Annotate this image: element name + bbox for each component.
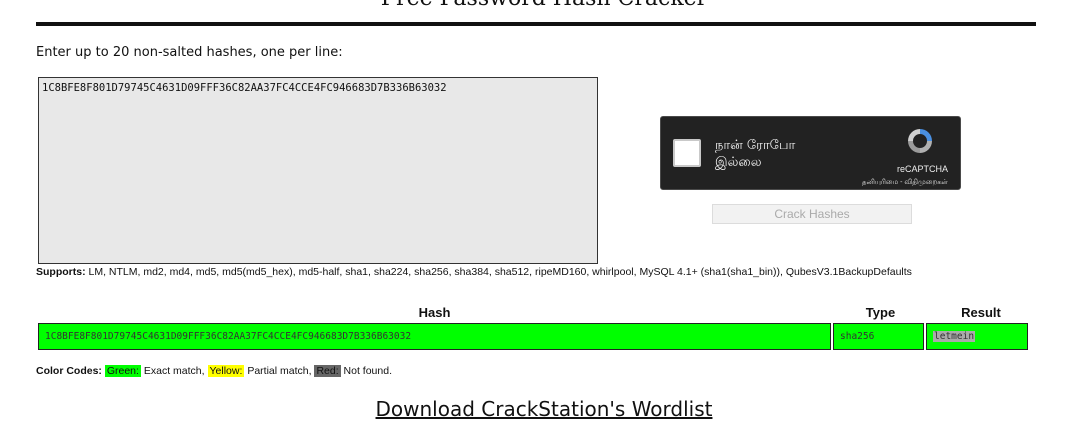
result-column-header: Result [961,305,1001,320]
recaptcha-checkbox[interactable] [673,139,701,167]
supports-list: LM, NTLM, md2, md4, md5, md5(md5_hex), m… [88,266,912,278]
color-codes-label: Color Codes: [36,365,102,377]
supports-label: Supports: [36,266,86,278]
title-divider [36,22,1036,26]
hash-input[interactable]: 1C8BFE8F801D79745C4631D09FFF36C82AA37FC4… [38,77,598,264]
hash-column-header: Hash [418,305,451,320]
recaptcha-widget: நான் ரோபோ இல்லை reCAPTCHA தனியுரிமை - வி… [660,116,961,190]
page-title: Free Password Hash Cracker [0,0,1088,16]
result-value-cell: letmein [926,323,1028,350]
recaptcha-logo-icon [908,129,932,153]
yellow-description: Partial match, [247,365,312,377]
recaptcha-privacy-terms-link[interactable]: தனியுரிமை - விதிமுறைகள் [862,178,948,187]
instructions-text: Enter up to 20 non-salted hashes, one pe… [36,45,343,60]
green-swatch: Green: [104,365,141,377]
yellow-swatch: Yellow: [207,365,245,377]
red-swatch: Red: [314,365,341,377]
recaptcha-label: நான் ரோபோ இல்லை [715,138,796,170]
result-value: letmein [933,331,976,342]
color-codes-legend: Color Codes: Green: Exact match, Yellow:… [36,365,392,377]
supported-algorithms: Supports: LM, NTLM, md2, md4, md5, md5(m… [36,266,1036,279]
type-column-header: Type [865,305,896,320]
red-description: Not found. [343,365,392,377]
download-wordlist-link[interactable]: Download CrackStation's Wordlist [0,397,1088,421]
crack-hashes-button[interactable]: Crack Hashes [712,204,912,224]
recaptcha-brand: reCAPTCHA [896,164,948,174]
table-row: 1C8BFE8F801D79745C4631D09FFF36C82AA37FC4… [38,323,1028,350]
results-table: 1C8BFE8F801D79745C4631D09FFF36C82AA37FC4… [36,321,1030,352]
green-description: Exact match, [143,365,205,377]
result-type-cell: sha256 [833,323,924,350]
result-hash-cell: 1C8BFE8F801D79745C4631D09FFF36C82AA37FC4… [38,323,831,350]
